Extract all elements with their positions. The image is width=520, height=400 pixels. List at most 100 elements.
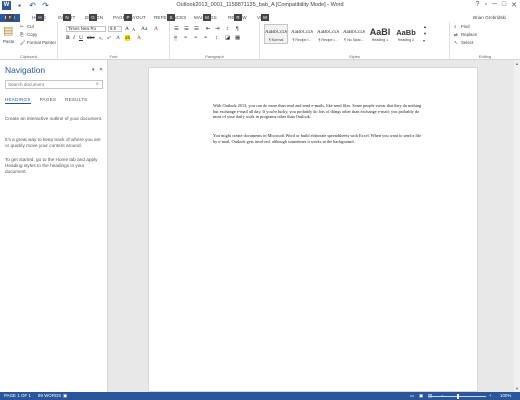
scroll-down-icon[interactable]: ▼ bbox=[514, 386, 520, 391]
print-layout-icon[interactable]: ▣ bbox=[419, 392, 423, 400]
zoom-level[interactable]: 100% bbox=[500, 392, 511, 400]
style-sample: AaBbCcDc bbox=[265, 30, 287, 35]
style-name: Heading 1 bbox=[371, 38, 389, 42]
shading-icon[interactable]: ◪ bbox=[225, 35, 230, 41]
multilevel-list-icon[interactable]: ☰ bbox=[194, 26, 199, 32]
ribbon-display-icon[interactable]: ▫ bbox=[484, 1, 486, 9]
show-hide-icon[interactable]: ¶ bbox=[236, 26, 239, 32]
replace-button[interactable]: Replace bbox=[461, 32, 477, 37]
replace-icon[interactable]: ⇄ bbox=[454, 32, 458, 38]
nav-options-icon[interactable]: ▾ bbox=[92, 67, 95, 73]
bullets-icon[interactable]: ☰ bbox=[174, 26, 179, 32]
nav-close-icon[interactable]: ✕ bbox=[99, 67, 103, 73]
find-icon[interactable]: ⌕ bbox=[454, 24, 456, 29]
zoom-slider[interactable] bbox=[428, 393, 486, 399]
tab-pages[interactable]: PAGES bbox=[40, 97, 57, 104]
style-heading-1[interactable]: AaBl Heading 1 bbox=[368, 24, 392, 44]
styles-scroll-up-icon[interactable]: ▲ bbox=[423, 24, 427, 29]
keytip-file: F bbox=[6, 14, 14, 21]
bold-icon[interactable]: B bbox=[66, 35, 70, 41]
zoom-in-icon[interactable]: + bbox=[489, 392, 492, 400]
increase-indent-icon[interactable]: ⇥ bbox=[215, 26, 220, 32]
window-controls: ? ▫ ─ □ ✕ bbox=[476, 1, 517, 9]
style-heading-2[interactable]: AaBb Heading 2 bbox=[394, 24, 418, 44]
tab-results[interactable]: RESULTS bbox=[65, 97, 87, 104]
italic-icon[interactable]: I bbox=[73, 35, 75, 41]
highlight-icon[interactable]: ab bbox=[125, 35, 131, 41]
cut-icon[interactable]: ✂ bbox=[20, 24, 24, 30]
document-page[interactable]: With Outlook 2013, you can do more than … bbox=[148, 67, 478, 392]
close-icon[interactable]: ✕ bbox=[511, 1, 517, 9]
borders-icon[interactable]: ▦ bbox=[235, 35, 240, 41]
document-paragraph[interactable]: With Outlook 2013, you can do more than … bbox=[213, 103, 425, 120]
font-name-combo[interactable]: Times New Ro bbox=[66, 26, 106, 32]
style-recipe-2[interactable]: AaBbCcDc ¶ Recipe I... bbox=[316, 24, 340, 44]
align-left-icon[interactable]: ≡ bbox=[174, 35, 178, 41]
vertical-scrollbar[interactable]: ▲ ▼ bbox=[514, 60, 520, 392]
paragraph-group: ☰ ☰ ☰ ⇤ ⇥ ↕ ¶ ≡ ≡ ≡ ≡ ↕ ◪ ▦ Paragraph bbox=[170, 22, 260, 60]
format-painter-icon[interactable]: 🖌 bbox=[20, 40, 26, 46]
help-icon[interactable]: ? bbox=[476, 1, 480, 9]
align-right-icon[interactable]: ≡ bbox=[194, 35, 197, 41]
read-mode-icon[interactable]: ▭ bbox=[410, 392, 414, 400]
search-document-input[interactable]: Search document bbox=[5, 80, 103, 89]
paste-button[interactable]: Paste bbox=[3, 39, 14, 44]
underline-icon[interactable]: U bbox=[79, 35, 83, 41]
copy-icon[interactable]: ⎘ bbox=[20, 32, 24, 37]
superscript-icon[interactable]: x² bbox=[107, 35, 111, 40]
paste-icon[interactable]: ▤ bbox=[3, 24, 13, 37]
keytip-design: G bbox=[89, 14, 97, 21]
navigation-tabs: HEADINGS PAGES RESULTS bbox=[5, 97, 87, 104]
navigation-title: Navigation bbox=[5, 65, 46, 75]
zoom-slider-thumb[interactable] bbox=[457, 393, 459, 399]
styles-more-icon[interactable]: ▾ bbox=[423, 38, 425, 43]
grow-font-icon[interactable]: A bbox=[125, 26, 129, 32]
search-icon[interactable]: ⌕ bbox=[96, 81, 99, 87]
scroll-up-icon[interactable]: ▲ bbox=[514, 61, 520, 66]
decrease-indent-icon[interactable]: ⇤ bbox=[206, 26, 211, 32]
clipboard-group-label: Clipboard bbox=[19, 54, 38, 59]
style-normal[interactable]: AaBbCcDc ¶ Normal bbox=[264, 24, 288, 44]
copy-button[interactable]: Copy bbox=[27, 32, 37, 37]
style-no-spacing[interactable]: AaBbCcDc ¶ No Spac... bbox=[342, 24, 366, 44]
sort-icon[interactable]: ↕ bbox=[226, 26, 229, 32]
paragraph-group-label: Paragraph bbox=[205, 54, 224, 59]
clear-formatting-icon[interactable]: A bbox=[154, 26, 158, 32]
strikethrough-icon[interactable]: abc bbox=[87, 35, 95, 41]
maximize-icon[interactable]: □ bbox=[502, 1, 506, 9]
document-paragraph[interactable]: You might create documents in Microsoft … bbox=[213, 133, 425, 144]
nav-help-text: To get started, go to the Home tab and a… bbox=[5, 157, 98, 175]
select-icon[interactable]: ↖ bbox=[454, 40, 458, 46]
user-name[interactable]: Brian Grobridski bbox=[473, 14, 506, 22]
justify-icon[interactable]: ≡ bbox=[204, 35, 207, 41]
style-recipe-1[interactable]: AaBbCcDc ¶ Recipe I... bbox=[290, 24, 314, 44]
shrink-font-icon[interactable]: A bbox=[132, 27, 135, 32]
page-count[interactable]: PAGE 1 OF 1 bbox=[4, 392, 31, 400]
styles-scroll-down-icon[interactable]: ▼ bbox=[423, 31, 427, 36]
numbering-icon[interactable]: ☰ bbox=[184, 26, 189, 32]
word-count[interactable]: 89 WORDS bbox=[38, 392, 61, 400]
select-button[interactable]: Select bbox=[461, 40, 473, 45]
font-size-combo[interactable]: 9.5 bbox=[108, 26, 122, 32]
cut-button[interactable]: Cut bbox=[27, 24, 34, 29]
text-effects-icon[interactable]: A bbox=[116, 35, 120, 41]
keytip-insert: N bbox=[63, 14, 71, 21]
keytip-review: R bbox=[234, 14, 242, 21]
find-button[interactable]: Find bbox=[461, 24, 470, 29]
proofing-icon[interactable]: ▣ bbox=[63, 392, 67, 400]
status-bar: PAGE 1 OF 1 89 WORDS ▣ ▭ ▣ ▤ − + 100% bbox=[0, 392, 520, 400]
format-painter-button[interactable]: Format Painter bbox=[27, 40, 56, 45]
subscript-icon[interactable]: x₂ bbox=[99, 35, 103, 40]
change-case-icon[interactable]: Aa bbox=[141, 26, 147, 32]
title-bar: W ▪ ↶ ↷ Outlook2013_0001_1158871135_bab_… bbox=[0, 0, 520, 14]
font-color-icon[interactable]: A bbox=[137, 35, 141, 41]
window-title: Outlook2013_0001_1158871135_bab_A [Compa… bbox=[176, 2, 344, 8]
editing-group: ⌕ Find ⇄ Replace ↖ Select Editing bbox=[450, 22, 520, 60]
keytip-view: W bbox=[261, 14, 269, 21]
minimize-icon[interactable]: ─ bbox=[492, 1, 497, 9]
tab-headings[interactable]: HEADINGS bbox=[5, 97, 31, 104]
line-spacing-icon[interactable]: ↕ bbox=[215, 35, 218, 41]
editing-group-label: Editing bbox=[478, 54, 492, 59]
style-sample: AaBbCcDc bbox=[317, 30, 339, 35]
align-center-icon[interactable]: ≡ bbox=[184, 35, 187, 41]
